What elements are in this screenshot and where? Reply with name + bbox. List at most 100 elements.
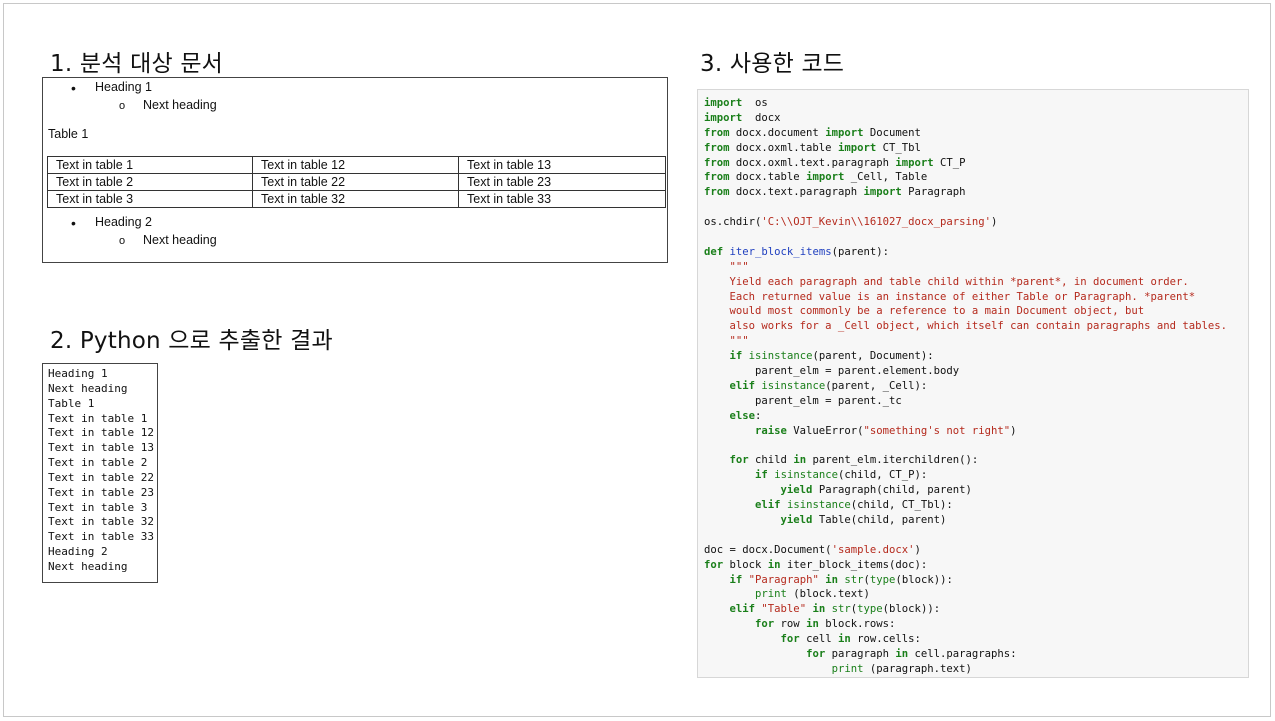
code-token: elif bbox=[755, 499, 781, 512]
code-token: cell.paragraphs: bbox=[908, 647, 1017, 660]
code-token: (child, CT_Tbl): bbox=[850, 499, 953, 512]
code-token: block.rows: bbox=[818, 618, 896, 631]
table-cell: Text in table 23 bbox=[458, 173, 666, 191]
code-token: (paragraph.text) bbox=[863, 662, 972, 675]
code-token: else bbox=[729, 409, 756, 422]
code-token: (block.text) bbox=[786, 588, 870, 601]
code-line: for child in parent_elm.iterchildren(): bbox=[704, 453, 1248, 468]
code-token: import bbox=[704, 97, 743, 109]
code-token: str bbox=[844, 573, 864, 586]
code-token: docx.document bbox=[729, 126, 826, 139]
code-token: for bbox=[755, 618, 775, 631]
code-token: (block)): bbox=[895, 573, 953, 586]
code-line: from docx.oxml.text.paragraph import CT_… bbox=[704, 156, 1248, 171]
code-token: yield bbox=[780, 484, 813, 497]
code-token: """ bbox=[704, 335, 749, 348]
code-token: row bbox=[774, 618, 807, 631]
code-line: from docx.table import _Cell, Table bbox=[704, 170, 1248, 185]
code-token: Paragraph bbox=[901, 186, 966, 199]
result-line: Text in table 13 bbox=[48, 441, 154, 455]
code-token: print bbox=[755, 588, 787, 601]
doc-subheading-1: Next heading bbox=[143, 98, 217, 112]
code-token: import bbox=[837, 141, 877, 154]
code-line: if isinstance(parent, Document): bbox=[704, 349, 1248, 364]
code-token: in bbox=[825, 573, 838, 586]
code-line: would most commonly be a reference to a … bbox=[704, 304, 1248, 319]
code-token: block bbox=[723, 558, 768, 571]
code-token: from bbox=[704, 171, 730, 184]
code-token: elif bbox=[729, 603, 756, 616]
code-token: import bbox=[895, 156, 934, 169]
result-line: Heading 1 bbox=[48, 367, 108, 380]
code-line: from docx.text.paragraph import Paragrap… bbox=[704, 185, 1248, 200]
code-line: Yield each paragraph and table child wit… bbox=[704, 275, 1248, 290]
code-token: docx.table bbox=[729, 171, 807, 184]
bullet-dot-icon: • bbox=[71, 215, 76, 231]
heading-result: 2. Python 으로 추출한 결과 bbox=[50, 328, 333, 354]
code-line: import os bbox=[704, 96, 1248, 111]
table-row: Text in table 3 Text in table 32 Text in… bbox=[47, 190, 666, 208]
code-token: isinstance bbox=[748, 350, 813, 363]
table-row: Text in table 1 Text in table 12 Text in… bbox=[47, 156, 666, 174]
code-token: would most commonly be a reference to a … bbox=[704, 305, 1145, 318]
code-token: doc = docx.Document( bbox=[704, 543, 832, 556]
code-token: in bbox=[812, 603, 826, 616]
code-token: Table(child, parent) bbox=[812, 513, 947, 526]
doc-subheading-2: Next heading bbox=[143, 233, 217, 247]
code-token: if bbox=[755, 469, 768, 482]
table-cell: Text in table 32 bbox=[252, 190, 459, 208]
code-token: Yield each paragraph and table child wit… bbox=[704, 275, 1189, 288]
result-line: Heading 2 bbox=[48, 545, 108, 559]
code-line: os.chdir('C:\\OJT_Kevin\\161027_docx_par… bbox=[704, 215, 1248, 230]
code-line: from docx.document import Document bbox=[704, 126, 1248, 141]
code-token: also works for a _Cell object, which its… bbox=[704, 320, 1228, 333]
code-line: else: bbox=[704, 409, 1248, 424]
code-line: from docx.oxml.table import CT_Tbl bbox=[704, 141, 1248, 156]
code-token: ) bbox=[991, 216, 998, 229]
code-line: elif "Table" in str(type(block)): bbox=[704, 602, 1248, 617]
code-token: if bbox=[729, 573, 743, 586]
slide: 1. 분석 대상 문서 2. Python 으로 추출한 결과 3. 사용한 코… bbox=[3, 3, 1271, 717]
code-line: for row in block.rows: bbox=[704, 617, 1248, 632]
code-block: import os import docx from docx.document i… bbox=[697, 89, 1249, 678]
heading-code: 3. 사용한 코드 bbox=[700, 51, 845, 77]
code-line: yield Table(child, parent) bbox=[704, 513, 1248, 528]
bullet-circle-icon: o bbox=[119, 235, 126, 247]
code-line: for paragraph in cell.paragraphs: bbox=[704, 647, 1248, 662]
code-token: isinstance bbox=[786, 499, 851, 512]
code-token: Paragraph(child, parent) bbox=[812, 484, 972, 497]
code-token: elif bbox=[729, 379, 756, 392]
code-token: str bbox=[831, 603, 851, 616]
code-token: import bbox=[806, 171, 845, 184]
code-token: (child, CT_P): bbox=[837, 469, 928, 482]
code-token: in bbox=[895, 647, 909, 660]
document-preview: • Heading 1 o Next heading Table 1 Text … bbox=[42, 77, 668, 263]
bullet-dot-icon: • bbox=[71, 80, 76, 96]
doc-table-caption: Table 1 bbox=[48, 127, 89, 141]
code-line: elif isinstance(child, CT_Tbl): bbox=[704, 498, 1248, 513]
code-token: docx.oxml.table bbox=[729, 141, 838, 154]
code-token: _Cell, Table bbox=[844, 171, 928, 184]
result-line: Next heading bbox=[48, 559, 128, 573]
code-line: for cell in row.cells: bbox=[704, 632, 1248, 647]
code-token: if bbox=[729, 350, 743, 363]
code-token: type bbox=[857, 603, 883, 616]
code-token: Each returned value is an instance of ei… bbox=[704, 290, 1196, 303]
code-token: in bbox=[767, 558, 781, 571]
code-token: (block)): bbox=[882, 603, 941, 616]
code-token: docx bbox=[742, 111, 781, 124]
result-line: Text in table 32 bbox=[48, 515, 154, 529]
code-token: for bbox=[780, 633, 800, 646]
code-token: ValueError( bbox=[786, 424, 864, 437]
code-token: isinstance bbox=[761, 379, 826, 392]
result-line: Text in table 33 bbox=[48, 530, 154, 544]
code-token: ) bbox=[914, 543, 921, 556]
code-token: parent_elm = parent.element.body bbox=[704, 365, 960, 378]
code-token: raise bbox=[755, 424, 787, 437]
